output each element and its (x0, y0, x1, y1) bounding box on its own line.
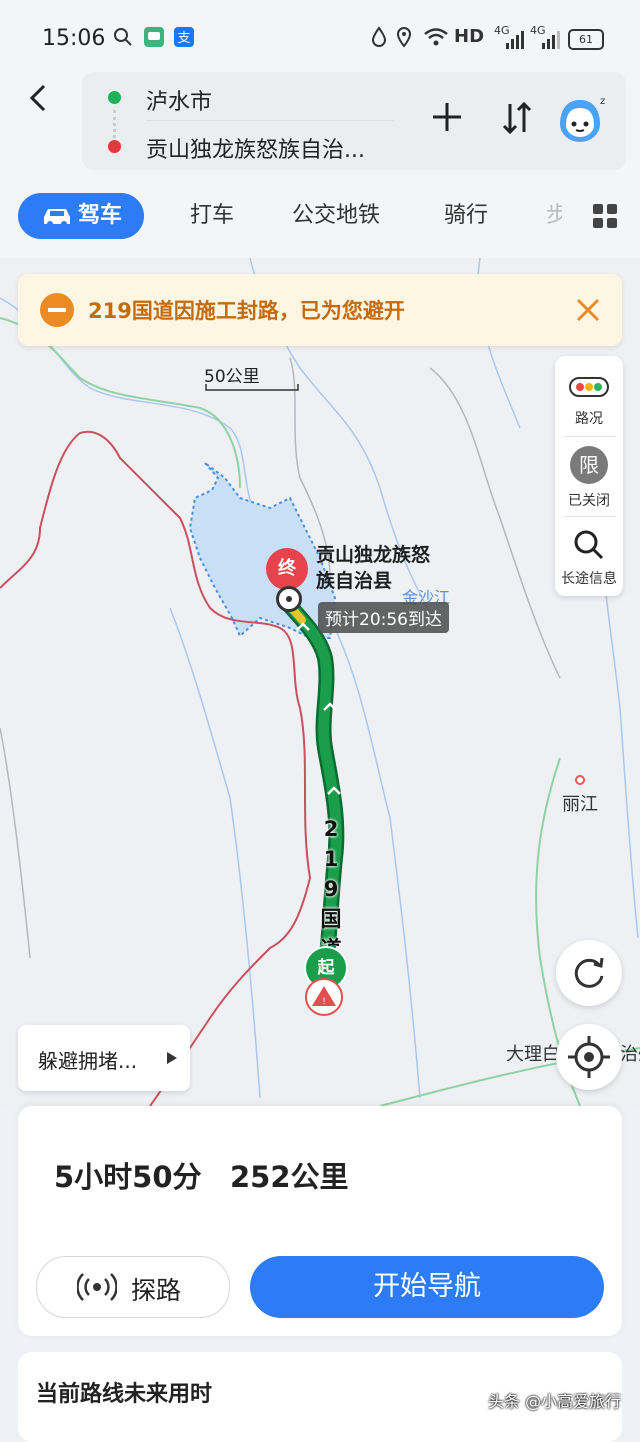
refresh-icon (574, 957, 604, 988)
destination-point-icon (276, 586, 302, 612)
refresh-route-button[interactable] (556, 940, 622, 1006)
divider (563, 516, 615, 517)
message-app-icon (143, 26, 165, 53)
car-icon (43, 209, 70, 227)
route-connector (113, 110, 119, 138)
chevron-left-icon (29, 84, 46, 112)
no-entry-icon (40, 293, 74, 327)
road-closure-alert: 219国道因施工封路，已为您避开 (18, 274, 622, 346)
explore-road-label: 探路 (131, 1276, 182, 1305)
map-tools-panel: 路况 限 已关闭 长途信息 (555, 356, 623, 596)
search-icon (112, 26, 134, 53)
water-drop-icon (370, 26, 388, 53)
long-trip-label: 长途信息 (561, 571, 617, 587)
road-label-char: 9 (323, 877, 339, 901)
alert-close-button[interactable] (574, 296, 602, 328)
svg-text:支: 支 (177, 31, 190, 46)
route-summary-panel: 5小时50分 252公里 探路 开始导航 (18, 1106, 622, 1336)
broadcast-icon (77, 1273, 117, 1301)
warning-sign-icon: ! (305, 978, 343, 1016)
alert-text: 219国道因施工封路，已为您避开 (88, 299, 405, 323)
restriction-icon: 限 (570, 446, 608, 484)
back-button[interactable] (24, 80, 60, 116)
road-label-char: 国 (320, 907, 342, 931)
swap-button[interactable] (500, 100, 534, 140)
route-distance: 252公里 (230, 1160, 349, 1194)
city-label-lijiang: 丽江 (562, 794, 598, 815)
scale-label: 50公里 (204, 367, 260, 387)
start-navigation-button[interactable]: 开始导航 (250, 1256, 604, 1318)
alipay-icon: 支 (173, 26, 195, 53)
signal-bars-2-icon (536, 30, 560, 54)
svg-text:z: z (600, 96, 605, 107)
destination-dot-icon (108, 140, 121, 153)
avoid-congestion-option[interactable]: 躲避拥堵... (18, 1025, 190, 1091)
crosshair-icon (568, 1036, 610, 1078)
city-label-dali: 大理白 (506, 1044, 560, 1065)
signal-bars-1-icon (500, 30, 524, 54)
road-label-char: 道 (318, 934, 344, 946)
triangle-right-icon (167, 1052, 177, 1064)
tab-taxi[interactable]: 打车 (190, 193, 234, 239)
close-icon (576, 298, 600, 322)
eta-label: 预计20:56到达 (318, 602, 449, 633)
swap-arrows-icon (502, 101, 532, 135)
wifi-icon (423, 26, 449, 53)
long-trip-info-button[interactable]: 长途信息 (555, 522, 623, 594)
road-label-char: 1 (323, 847, 339, 871)
tab-cycling[interactable]: 骑行 (444, 193, 488, 239)
clock: 15:06 (42, 26, 106, 51)
divider (563, 436, 615, 437)
grid-icon (593, 204, 617, 228)
restriction-label: 已关闭 (568, 493, 610, 509)
divider (146, 120, 394, 121)
locate-me-button[interactable] (556, 1024, 622, 1090)
battery-indicator: 61 (568, 29, 604, 50)
assistant-avatar-button[interactable]: z (554, 94, 606, 150)
road-label-char: 2 (323, 817, 339, 841)
destination-marker[interactable]: 终 (266, 548, 308, 590)
add-waypoint-button[interactable] (430, 100, 464, 138)
traffic-light-icon (569, 377, 609, 397)
route-duration: 5小时50分 (54, 1160, 202, 1194)
explore-road-button[interactable]: 探路 (36, 1256, 230, 1318)
road-label: 2 1 9 国 道 (318, 814, 344, 946)
more-modes-button[interactable] (592, 203, 618, 233)
magnifier-icon (574, 530, 604, 560)
map-view[interactable]: 贡山独龙族怒 族自治县 金沙江 预计20:56到达 丽江 大理白 治州 2 1 … (0, 258, 640, 1106)
tab-transit[interactable]: 公交地铁 (292, 193, 380, 239)
tab-walking[interactable]: 步 (546, 193, 562, 239)
origin-field[interactable]: 泸水市 (146, 84, 212, 116)
destination-name-line1: 贡山独龙族怒 (316, 544, 431, 566)
tab-drive-label: 驾车 (77, 203, 122, 228)
tab-drive[interactable]: 驾车 (18, 193, 144, 239)
status-bar: 15:06 支 HD 4G 4G 61 (0, 0, 640, 70)
avoid-congestion-label: 躲避拥堵... (38, 1049, 138, 1073)
watermark: 头条 @小高爱旅行 (488, 1392, 622, 1411)
svg-text:!: ! (322, 997, 326, 1007)
plus-icon (433, 103, 461, 131)
assistant-mascot-icon: z (560, 96, 605, 142)
route-input-box: 泸水市 贡山独龙族怒族自治... z (82, 72, 626, 170)
restriction-toggle[interactable]: 限 已关闭 (555, 442, 623, 514)
city-label-dali-tail: 治州 (620, 1044, 640, 1065)
traffic-label: 路况 (575, 411, 603, 427)
hd-indicator: HD (454, 26, 485, 47)
origin-dot-icon (108, 91, 121, 104)
destination-field[interactable]: 贡山独龙族怒族自治... (146, 132, 365, 164)
location-icon (395, 26, 413, 53)
future-time-title: 当前路线未来用时 (36, 1382, 213, 1407)
traffic-toggle[interactable]: 路况 (555, 362, 623, 432)
